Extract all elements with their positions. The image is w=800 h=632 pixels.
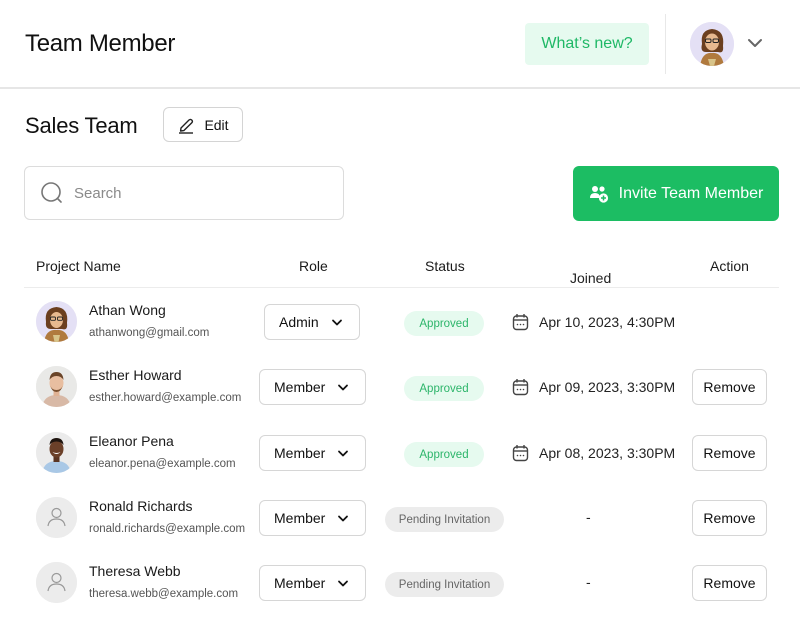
member-name: Theresa Webb bbox=[89, 563, 181, 579]
invite-team-member-button[interactable]: Invite Team Member bbox=[573, 166, 779, 221]
status-badge: Pending Invitation bbox=[385, 572, 504, 597]
joined-date: - bbox=[586, 509, 591, 525]
joined-date: Apr 08, 2023, 3:30PM bbox=[512, 444, 675, 462]
role-value: Member bbox=[274, 575, 326, 591]
member-email: esther.howard@example.com bbox=[89, 392, 242, 404]
search-input[interactable] bbox=[74, 184, 334, 202]
column-header-role: Role bbox=[299, 258, 328, 274]
table-header: Project Name Role Status Joined Action bbox=[24, 246, 779, 288]
role-dropdown[interactable]: Member bbox=[259, 565, 366, 601]
table-row: Esther Howard esther.howard@example.com … bbox=[24, 354, 779, 419]
search-icon bbox=[41, 182, 62, 203]
user-photo-icon bbox=[36, 366, 77, 407]
joined-date: - bbox=[586, 574, 591, 590]
avatar-photo-icon bbox=[690, 22, 734, 66]
user-photo-icon bbox=[36, 301, 77, 342]
joined-date-text: Apr 09, 2023, 3:30PM bbox=[539, 379, 676, 395]
edit-label: Edit bbox=[204, 116, 229, 133]
chevron-down-icon bbox=[338, 450, 348, 457]
chevron-down-icon[interactable] bbox=[746, 36, 764, 50]
member-email: ronald.richards@example.com bbox=[89, 523, 246, 535]
joined-date-text: - bbox=[586, 509, 591, 525]
pencil-icon bbox=[179, 118, 194, 134]
role-dropdown[interactable]: Member bbox=[259, 435, 366, 471]
joined-date-text: Apr 08, 2023, 3:30PM bbox=[539, 445, 676, 461]
member-email: theresa.webb@example.com bbox=[89, 588, 239, 600]
member-name: Eleanor Pena bbox=[89, 433, 174, 449]
chevron-down-icon bbox=[338, 580, 348, 587]
placeholder-user-icon bbox=[36, 562, 77, 603]
column-header-project-name: Project Name bbox=[36, 258, 121, 274]
chevron-down-icon bbox=[338, 515, 348, 522]
top-bar: Team Member What’s new? bbox=[0, 0, 800, 89]
search-box[interactable] bbox=[24, 166, 344, 220]
status-badge: Approved bbox=[404, 311, 484, 336]
table-row: Theresa Webb theresa.webb@example.com Me… bbox=[24, 550, 779, 615]
remove-member-button[interactable]: Remove bbox=[692, 565, 767, 601]
column-header-joined: Joined bbox=[570, 270, 612, 286]
placeholder-user-icon bbox=[36, 497, 77, 538]
joined-date-text: - bbox=[586, 574, 591, 590]
status-badge: Approved bbox=[404, 442, 484, 467]
avatar bbox=[36, 301, 77, 342]
user-photo-icon bbox=[36, 432, 77, 473]
remove-member-button[interactable]: Remove bbox=[692, 500, 767, 536]
member-email: athanwong@gmail.com bbox=[89, 327, 210, 339]
chevron-down-icon bbox=[332, 319, 342, 326]
avatar bbox=[36, 497, 77, 538]
joined-date: Apr 09, 2023, 3:30PM bbox=[512, 378, 675, 396]
member-name: Esther Howard bbox=[89, 367, 182, 383]
role-value: Admin bbox=[279, 314, 319, 330]
header-divider bbox=[665, 14, 666, 74]
avatar bbox=[36, 562, 77, 603]
role-value: Member bbox=[274, 379, 326, 395]
table-row: Eleanor Pena eleanor.pena@example.com Me… bbox=[24, 420, 779, 485]
invite-label: Invite Team Member bbox=[618, 184, 764, 202]
role-value: Member bbox=[274, 445, 326, 461]
table-row: Ronald Richards ronald.richards@example.… bbox=[24, 485, 779, 550]
table-row: Athan Wong athanwong@gmail.com Admin App… bbox=[24, 289, 779, 354]
role-value: Member bbox=[274, 510, 326, 526]
remove-member-button[interactable]: Remove bbox=[692, 435, 767, 471]
avatar bbox=[36, 432, 77, 473]
page-title: Team Member bbox=[25, 30, 176, 57]
joined-date: Apr 10, 2023, 4:30PM bbox=[512, 313, 675, 331]
profile-avatar[interactable] bbox=[690, 22, 734, 66]
team-name: Sales Team bbox=[25, 113, 138, 138]
joined-date-text: Apr 10, 2023, 4:30PM bbox=[539, 314, 676, 330]
calendar-icon bbox=[512, 379, 529, 396]
edit-team-button[interactable]: Edit bbox=[163, 107, 243, 142]
status-badge: Approved bbox=[404, 376, 484, 401]
member-name: Ronald Richards bbox=[89, 498, 193, 514]
calendar-icon bbox=[512, 314, 529, 331]
role-dropdown[interactable]: Member bbox=[259, 369, 366, 405]
member-email: eleanor.pena@example.com bbox=[89, 458, 236, 470]
add-users-icon bbox=[589, 185, 608, 203]
member-name: Athan Wong bbox=[89, 302, 166, 318]
calendar-icon bbox=[512, 445, 529, 462]
column-header-status: Status bbox=[425, 258, 465, 274]
role-dropdown[interactable]: Member bbox=[259, 500, 366, 536]
role-dropdown[interactable]: Admin bbox=[264, 304, 360, 340]
whats-new-button[interactable]: What’s new? bbox=[525, 23, 649, 65]
status-badge: Pending Invitation bbox=[385, 507, 504, 532]
avatar bbox=[36, 366, 77, 407]
chevron-down-icon bbox=[338, 384, 348, 391]
remove-member-button[interactable]: Remove bbox=[692, 369, 767, 405]
column-header-action: Action bbox=[710, 258, 749, 274]
